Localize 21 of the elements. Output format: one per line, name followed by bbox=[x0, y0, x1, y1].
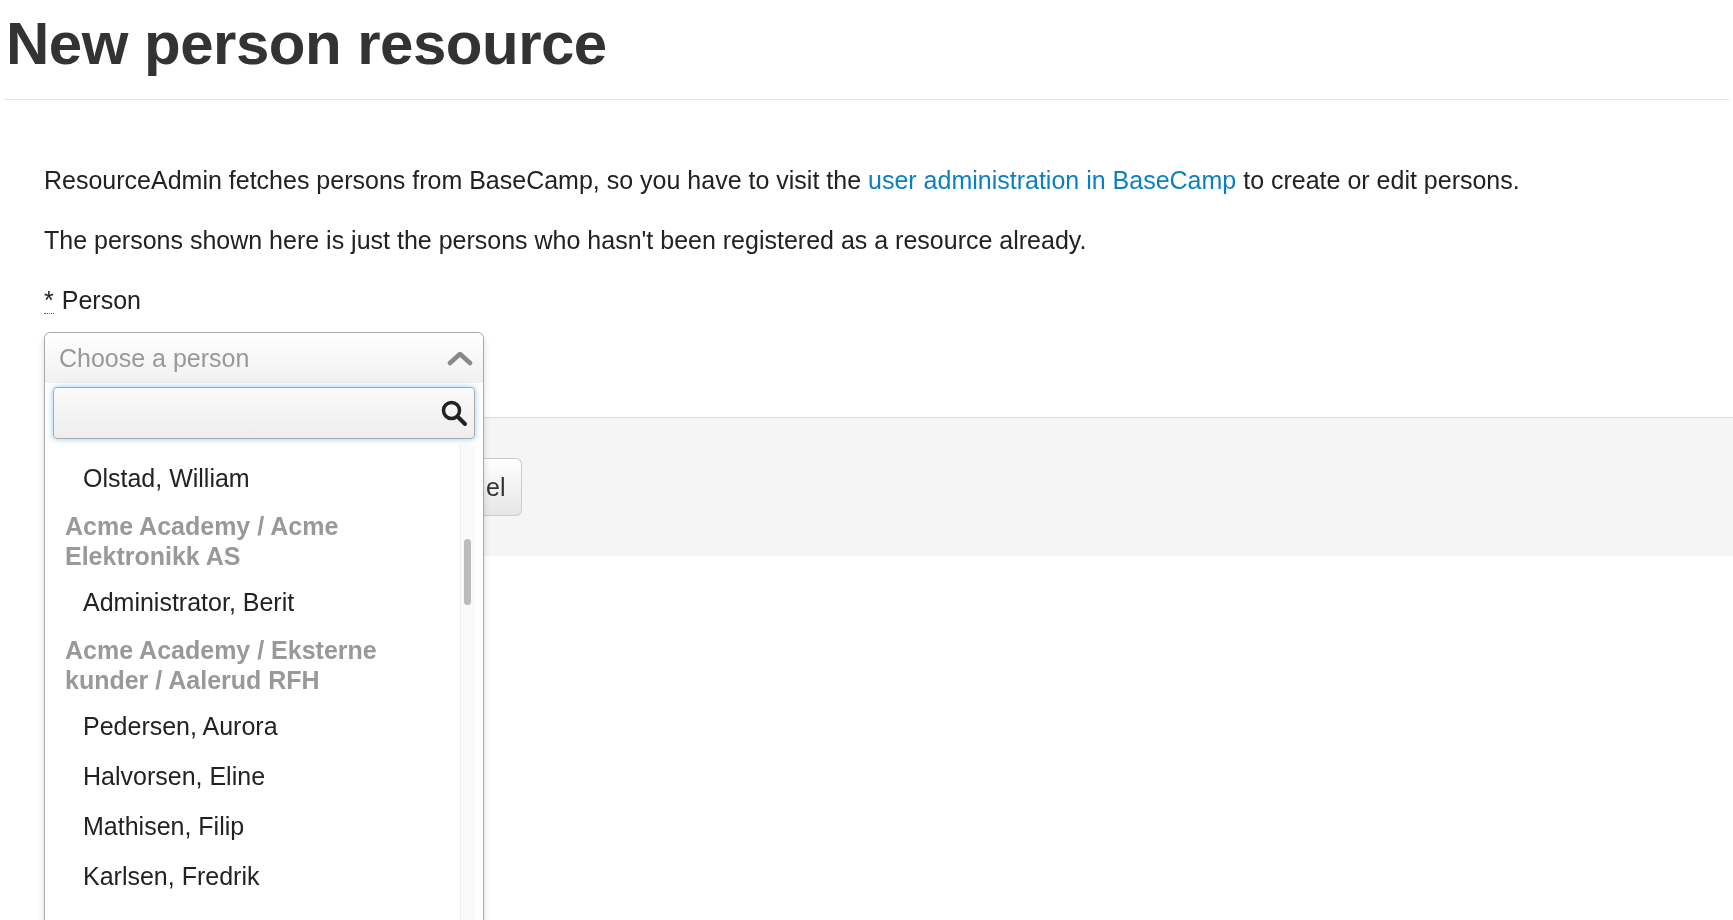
dropdown-option[interactable]: Mathisen, Filip bbox=[45, 801, 460, 851]
page-title: New person resource bbox=[4, 0, 1729, 100]
dropdown-option[interactable]: Administrator, Berit bbox=[45, 577, 460, 627]
required-mark: * bbox=[44, 287, 54, 314]
dropdown-option[interactable]: Karlsen, Fredrik bbox=[45, 851, 460, 901]
user-administration-link[interactable]: user administration in BaseCamp bbox=[868, 166, 1237, 194]
dropdown-option[interactable]: Halvorsen, Eline bbox=[45, 751, 460, 801]
search-field[interactable] bbox=[53, 387, 475, 439]
scrollbar-thumb[interactable] bbox=[464, 539, 471, 605]
intro-text: ResourceAdmin fetches persons from BaseCamp, so you have to visit the user administration in BaseCamp to create or edit persons. bbox=[44, 165, 1521, 196]
search-icon bbox=[440, 399, 468, 427]
dropdown-option[interactable]: Olstad, William bbox=[45, 453, 460, 503]
dropdown-option[interactable]: Pedersen, Aurora bbox=[45, 701, 460, 751]
caret-up-icon bbox=[447, 350, 473, 366]
person-dropdown[interactable]: Choose a person Olstad, William Acme Academy / Acme Elektronikk AS Administrator, Berit Acme Academy / Eksterne kunder / Aalerud RFH Pedersen, Aurora Halvorsen, Eline Mathisen, Filip Karlsen, Fredrik bbox=[44, 332, 484, 920]
option-group-label: Acme Academy / Acme Elektronikk AS bbox=[64, 511, 340, 572]
note-text: The persons shown here is just the persons who hasn't been registered as a resource already. bbox=[44, 225, 1088, 256]
field-label: Person bbox=[61, 285, 141, 316]
dropdown-placeholder: Choose a person bbox=[59, 343, 250, 373]
option-group-label: Acme Academy / Eksterne kunder / Aalerud RFH bbox=[64, 635, 378, 696]
cancel-button[interactable]: el bbox=[484, 458, 523, 516]
